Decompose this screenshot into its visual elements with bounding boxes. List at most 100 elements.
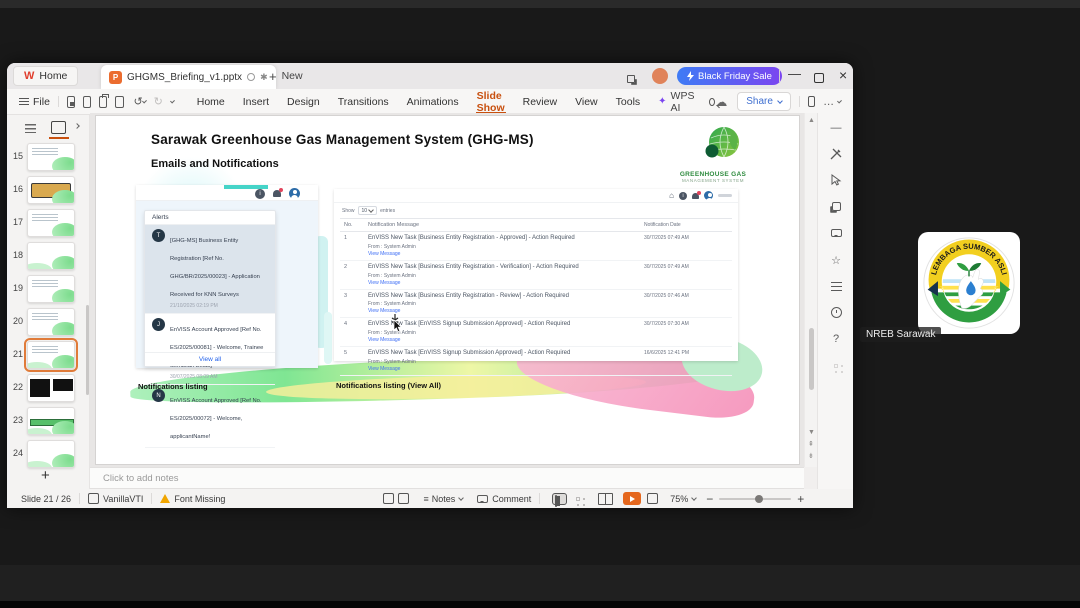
alert-item[interactable]: T [GHG-MS] Business Entity Registration … xyxy=(145,225,275,314)
close-button[interactable]: × xyxy=(839,67,847,83)
zoom-level[interactable]: 75% xyxy=(670,494,688,504)
slide-thumbnail-16[interactable] xyxy=(27,176,75,204)
tab-animations[interactable]: Animations xyxy=(398,89,468,115)
scrollbar-thumb[interactable] xyxy=(809,328,814,390)
tab-insert[interactable]: Insert xyxy=(234,89,278,115)
previous-slide-icon[interactable]: ⇞ xyxy=(808,441,814,448)
comment-button[interactable]: Comment xyxy=(492,494,531,504)
notes-area[interactable]: Click to add notes xyxy=(90,467,804,489)
sidebar-toggle-icon[interactable] xyxy=(807,96,816,107)
help-icon[interactable]: ? xyxy=(829,332,843,346)
home-tab[interactable]: W Home xyxy=(13,66,79,86)
slide-thumbnail-18[interactable] xyxy=(27,242,75,270)
history-clock-icon[interactable] xyxy=(829,305,843,319)
export-pane-icon[interactable] xyxy=(398,493,410,504)
slide-thumbnail-21-selected[interactable] xyxy=(24,338,78,372)
view-message-link[interactable]: View Message xyxy=(368,308,638,314)
normal-view-button[interactable] xyxy=(552,492,568,507)
redo-icon[interactable]: ↻ xyxy=(154,95,163,108)
collapse-panel-icon[interactable] xyxy=(74,123,80,129)
slide-thumbnail-19[interactable] xyxy=(27,275,75,303)
slide-thumbnail-22[interactable] xyxy=(27,374,75,402)
apps-grid-icon[interactable] xyxy=(829,359,843,373)
thumbnail-view-icon[interactable] xyxy=(51,121,66,134)
notes-pane-icon[interactable] xyxy=(383,493,395,504)
theme-name[interactable]: VanillaVTI xyxy=(103,494,143,504)
zoom-dropdown-icon[interactable] xyxy=(691,494,698,501)
add-slide-button[interactable]: + xyxy=(41,467,50,484)
toolbar-more-icon[interactable] xyxy=(169,98,175,103)
info-icon[interactable]: i xyxy=(679,191,687,200)
entries-select[interactable]: 10 xyxy=(357,206,378,215)
slideshow-play-button[interactable] xyxy=(623,492,642,505)
slide-canvas[interactable]: Sarawak Greenhouse Gas Management System… xyxy=(95,115,800,465)
print-preview-icon[interactable] xyxy=(115,95,124,108)
promo-button[interactable]: Black Friday Sale xyxy=(677,67,782,85)
zoom-slider[interactable] xyxy=(719,494,792,503)
new-tab-button[interactable]: + New xyxy=(269,67,303,85)
font-missing-warning[interactable]: Font Missing xyxy=(174,494,225,504)
notification-bell-icon[interactable] xyxy=(692,190,701,199)
comment-panel-icon[interactable] xyxy=(829,226,843,240)
export-icon[interactable] xyxy=(82,95,92,108)
tab-design[interactable]: Design xyxy=(278,89,329,115)
zoom-slider-knob[interactable] xyxy=(755,494,764,503)
tab-view[interactable]: View xyxy=(566,89,607,115)
collapse-ribbon-icon[interactable] xyxy=(837,98,843,103)
view-message-link[interactable]: View Message xyxy=(368,366,638,372)
slide-scrollbar[interactable]: ▲ ▼ ⇞ ⇟ xyxy=(804,113,817,467)
view-message-link[interactable]: View Message xyxy=(368,280,638,286)
more-options-icon[interactable]: … xyxy=(823,96,834,108)
select-assist-icon[interactable] xyxy=(829,173,843,187)
panel-scrollbar[interactable] xyxy=(86,305,89,395)
star-icon[interactable]: ☆ xyxy=(829,253,843,267)
maximize-button[interactable] xyxy=(814,70,824,88)
user-avatar-icon[interactable] xyxy=(289,188,300,199)
view-message-link[interactable]: View Message xyxy=(368,251,638,257)
tab-slide-show[interactable]: Slide Show xyxy=(468,89,514,115)
scroll-up-icon[interactable]: ▲ xyxy=(808,117,815,124)
file-menu-button[interactable]: File xyxy=(19,96,50,108)
slide-thumbnail-20[interactable] xyxy=(27,308,75,336)
print-icon[interactable] xyxy=(99,93,110,108)
table-row[interactable]: 2 EnVISS New Task [Business Entity Regis… xyxy=(340,261,732,290)
zoom-out-button[interactable]: − xyxy=(706,492,713,506)
tab-home[interactable]: Home xyxy=(188,89,234,115)
notification-bell-icon[interactable] xyxy=(273,188,283,197)
alert-item[interactable]: N EnVISS Account Approved [Ref No. ES/20… xyxy=(145,385,275,448)
slide-thumbnail-24[interactable] xyxy=(27,440,75,468)
slide-thumbnail-23[interactable] xyxy=(27,407,75,435)
zoom-in-button[interactable]: + xyxy=(797,492,804,506)
tab-tools[interactable]: Tools xyxy=(607,89,650,115)
tab-layout-icon[interactable] xyxy=(627,70,635,88)
share-button[interactable]: Share xyxy=(737,92,791,111)
save-icon[interactable] xyxy=(66,95,75,108)
notes-toggle[interactable]: Notes xyxy=(432,494,456,504)
minimize-button[interactable]: — xyxy=(788,66,801,81)
next-slide-icon[interactable]: ⇟ xyxy=(808,453,814,460)
table-row[interactable]: 5 EnVISS New Task [EnVISS Signup Submiss… xyxy=(340,347,732,376)
view-message-link[interactable]: View Message xyxy=(368,337,638,343)
slide-thumbnail-15[interactable] xyxy=(27,143,75,171)
home-icon[interactable]: ⌂ xyxy=(669,191,674,200)
alert-item[interactable]: J EnVISS Account Approved [Ref No. ES/20… xyxy=(145,314,275,385)
table-row[interactable]: 1 EnVISS New Task [Business Entity Regis… xyxy=(340,232,732,261)
account-avatar[interactable] xyxy=(652,68,668,84)
user-avatar-icon[interactable] xyxy=(704,191,713,202)
slide-sorter-button[interactable] xyxy=(575,493,590,505)
tab-transitions[interactable]: Transitions xyxy=(329,89,398,115)
tab-wps-ai[interactable]: WPS AI xyxy=(649,89,703,115)
settings-sliders-icon[interactable] xyxy=(829,279,843,293)
outline-view-icon[interactable] xyxy=(25,124,36,133)
document-tab[interactable]: P GHGMS_Briefing_v1.pptx ✱ xyxy=(101,65,276,89)
tab-review[interactable]: Review xyxy=(514,89,566,115)
shapes-icon[interactable] xyxy=(829,199,843,213)
fit-slide-icon[interactable] xyxy=(647,493,659,504)
scroll-down-icon[interactable]: ▼ xyxy=(808,429,815,436)
reading-view-button[interactable] xyxy=(598,492,614,505)
collapse-handle-icon[interactable]: — xyxy=(829,121,843,135)
search-icon[interactable] xyxy=(709,97,716,106)
quick-tools-icon[interactable] xyxy=(829,147,843,161)
info-icon[interactable]: i xyxy=(255,188,265,199)
view-all-link[interactable]: View all xyxy=(145,352,275,366)
